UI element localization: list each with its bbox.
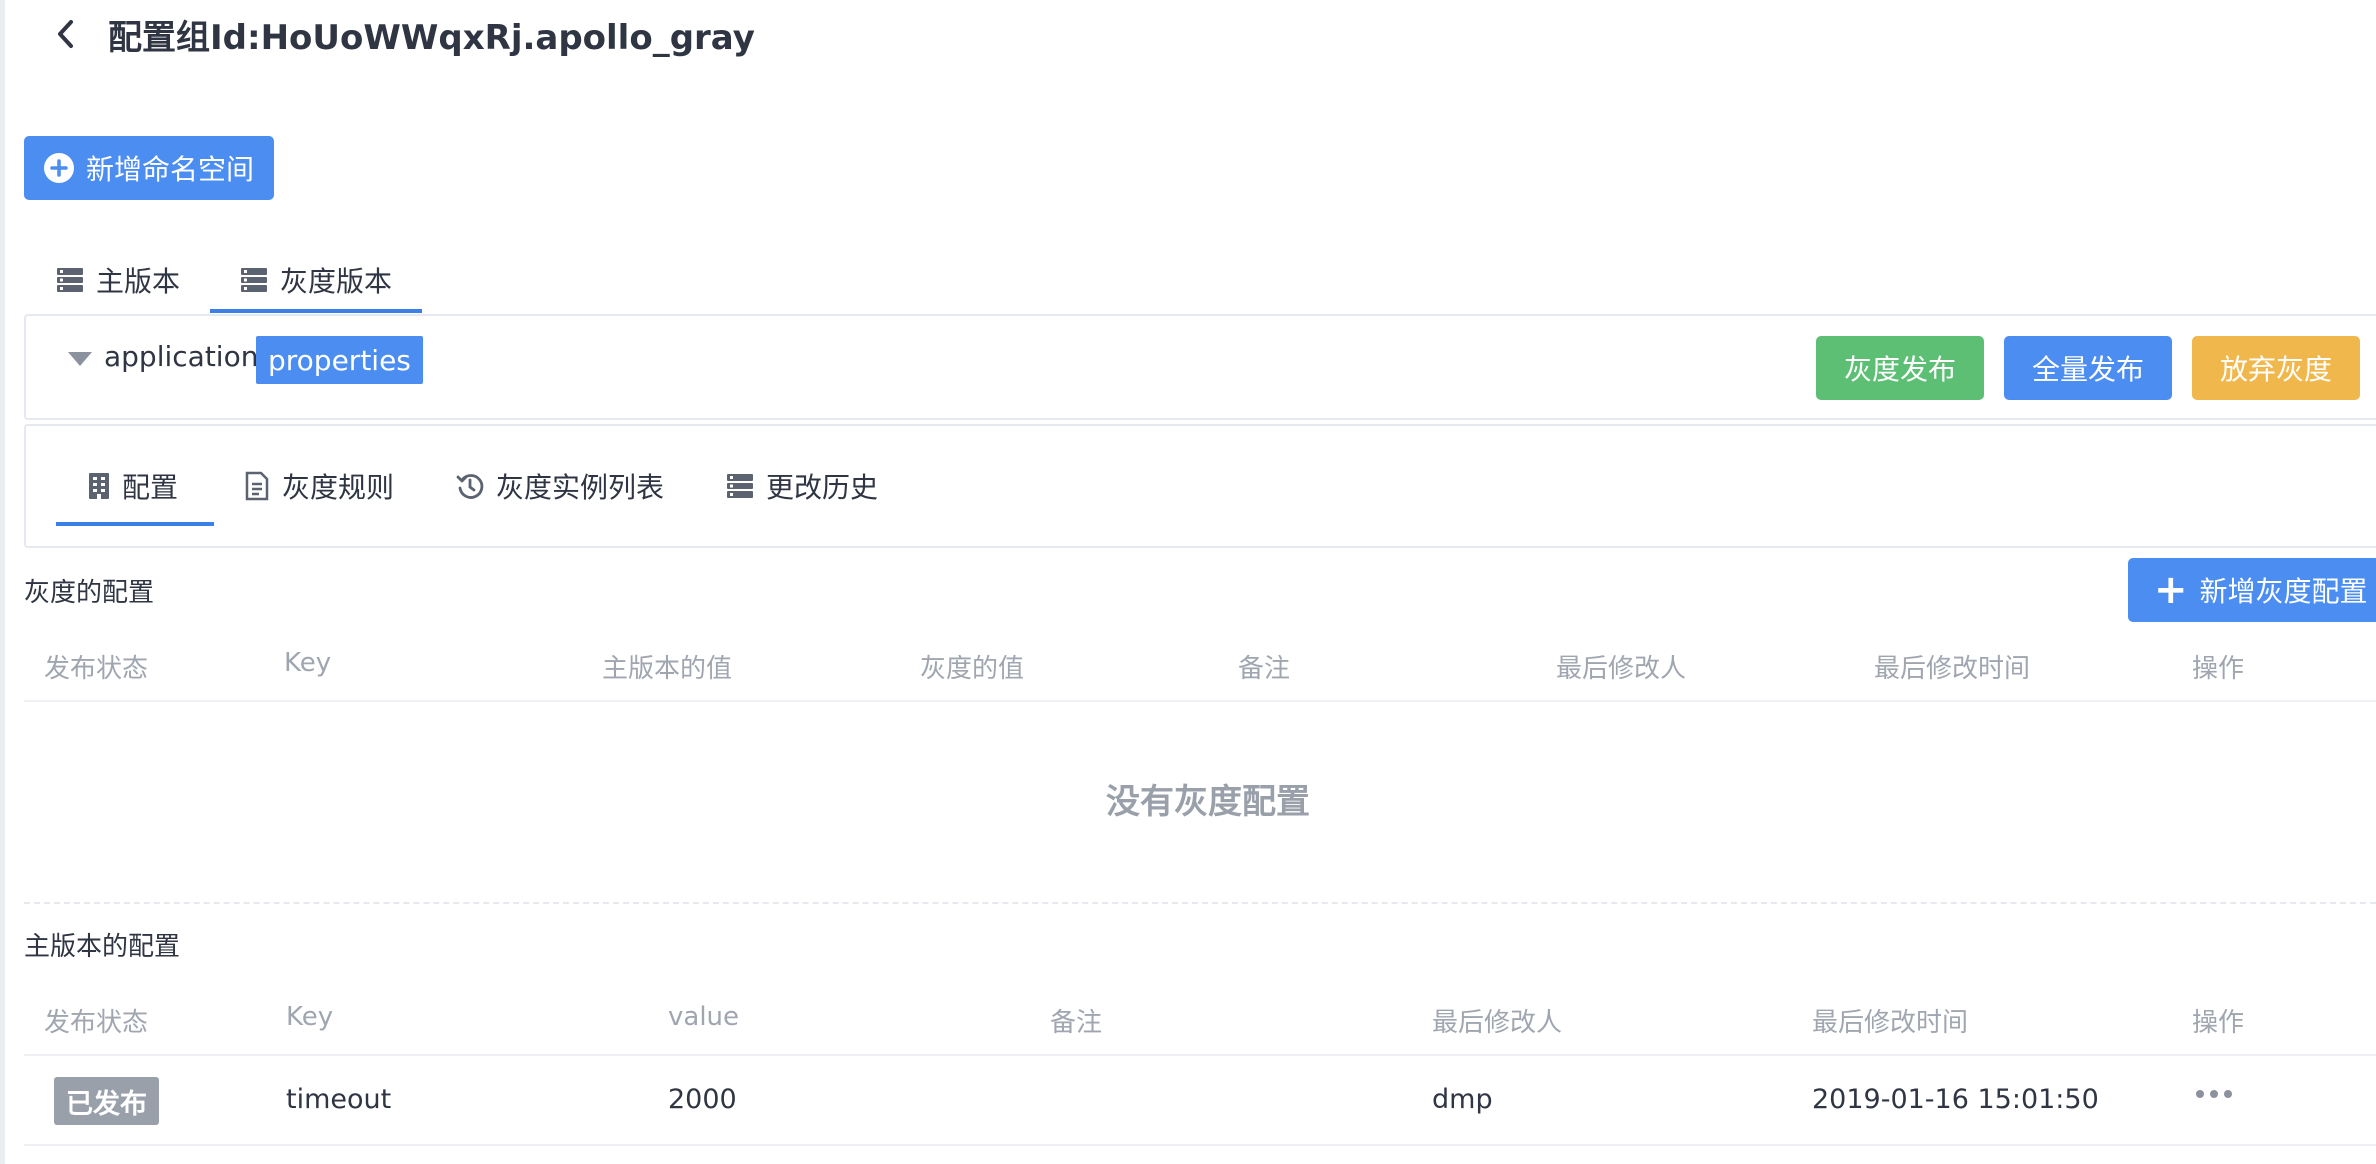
column-header: 最后修改时间: [1812, 1008, 1969, 1038]
column-header: 最后修改人: [1556, 654, 1687, 684]
gray-config-title: 灰度的配置: [24, 578, 155, 608]
column-header: 最后修改时间: [1874, 654, 2031, 684]
tab-label: 配置: [122, 471, 179, 504]
add-gray-config-button[interactable]: + 新增灰度配置: [2128, 558, 2376, 622]
active-tab-indicator: [210, 309, 422, 313]
row-divider: [24, 1144, 2376, 1146]
tab-gray-rules[interactable]: 灰度规则: [244, 456, 394, 516]
add-namespace-label: 新增命名空间: [86, 153, 255, 186]
main-config-title: 主版本的配置: [24, 932, 181, 962]
tab-label: 灰度规则: [282, 471, 395, 504]
left-edge: [0, 0, 5, 1164]
column-header: 发布状态: [44, 1008, 149, 1038]
active-subtab-indicator: [56, 522, 214, 526]
section-divider: [24, 902, 2376, 904]
add-namespace-button[interactable]: 新增命名空间: [24, 136, 274, 200]
plus-circle-icon: [44, 153, 74, 183]
tab-label: 主版本: [96, 265, 181, 298]
server-icon: [726, 473, 754, 499]
column-header: 发布状态: [44, 654, 149, 684]
table-divider: [24, 1054, 2376, 1056]
tab-change-history[interactable]: 更改历史: [726, 456, 878, 516]
abandon-gray-button[interactable]: 放弃灰度: [2192, 336, 2360, 400]
tab-config[interactable]: 配置: [88, 456, 178, 516]
column-header: 操作: [2192, 1008, 2245, 1038]
full-release-button[interactable]: 全量发布: [2004, 336, 2172, 400]
column-header: Key: [286, 1002, 334, 1032]
server-icon: [240, 267, 268, 293]
tab-gray-instances[interactable]: 灰度实例列表: [456, 456, 664, 516]
tab-label: 更改历史: [766, 471, 879, 504]
table-divider: [24, 700, 2376, 702]
history-icon: [456, 472, 484, 500]
column-header: value: [668, 1002, 740, 1032]
empty-state-text: 没有灰度配置: [1106, 782, 1310, 822]
column-header: 主版本的值: [602, 654, 733, 684]
column-header: 备注: [1238, 654, 1291, 684]
namespace-name: application: [104, 340, 259, 373]
tab-gray-version[interactable]: 灰度版本: [240, 248, 392, 312]
page-title: 配置组Id:HoUoWWqxRj.apollo_gray: [108, 18, 755, 58]
tab-label: 灰度版本: [280, 265, 393, 298]
column-header: 备注: [1050, 1008, 1103, 1038]
cell-modified-time: 2019-01-16 15:01:50: [1812, 1084, 2099, 1115]
add-gray-config-label: 新增灰度配置: [2199, 575, 2368, 608]
cell-key: timeout: [286, 1084, 392, 1115]
back-arrow-icon[interactable]: [52, 16, 80, 52]
server-icon: [56, 267, 84, 293]
plus-icon: +: [2154, 567, 2188, 613]
cell-value: 2000: [668, 1084, 737, 1115]
document-icon: [244, 471, 270, 501]
status-badge: 已发布: [54, 1077, 159, 1125]
more-options-icon[interactable]: [2196, 1090, 2232, 1098]
column-header: 操作: [2192, 654, 2245, 684]
cell-modifier: dmp: [1432, 1084, 1493, 1115]
tab-label: 灰度实例列表: [496, 471, 665, 504]
column-header: 最后修改人: [1432, 1008, 1563, 1038]
gray-release-button[interactable]: 灰度发布: [1816, 336, 1984, 400]
column-header: Key: [284, 648, 332, 678]
namespace-format-badge: properties: [256, 336, 423, 384]
caret-down-icon[interactable]: [68, 352, 92, 366]
column-header: 灰度的值: [920, 654, 1025, 684]
tab-main-version[interactable]: 主版本: [56, 248, 180, 312]
building-icon: [88, 472, 110, 500]
